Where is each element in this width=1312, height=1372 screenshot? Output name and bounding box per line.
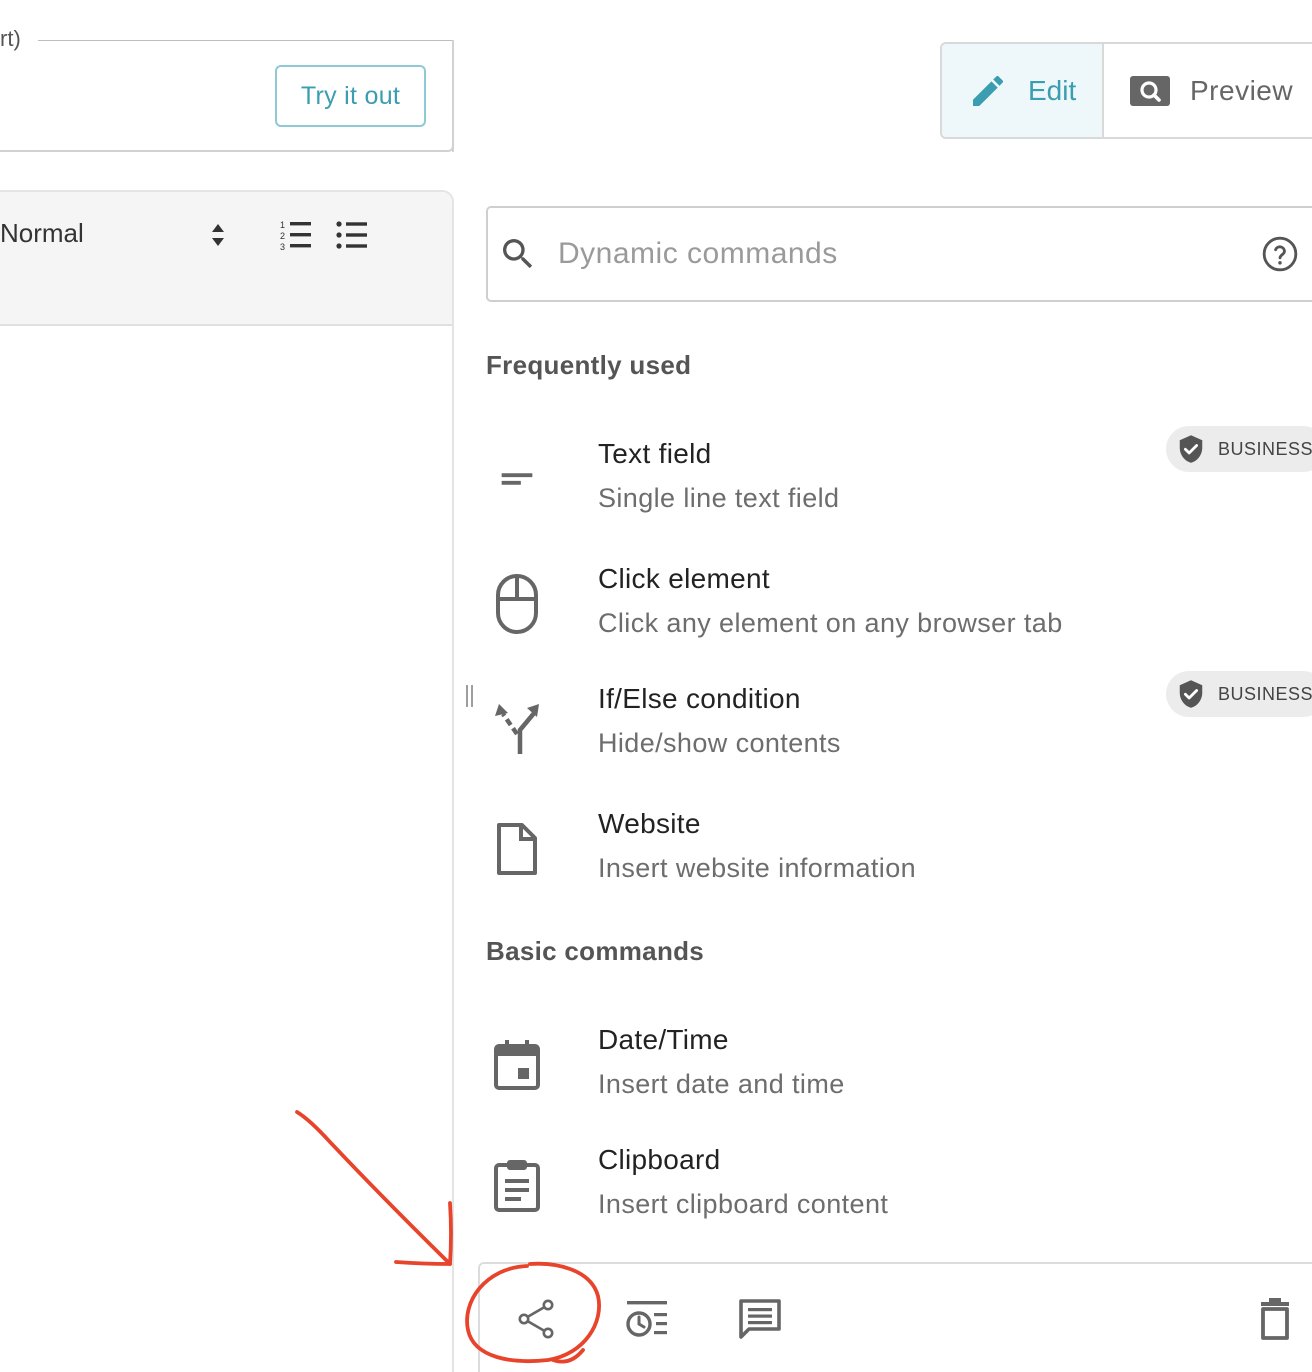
edit-label: Edit xyxy=(1028,74,1077,106)
comment-button[interactable] xyxy=(737,1296,783,1342)
format-select[interactable]: Normal xyxy=(0,218,84,249)
try-it-out-button[interactable]: Try it out xyxy=(275,65,426,127)
command-title: Clipboard xyxy=(598,1144,721,1175)
history-button[interactable] xyxy=(624,1296,670,1342)
shield-check-icon xyxy=(1179,435,1203,463)
share-button[interactable] xyxy=(514,1296,560,1342)
command-title: Date/Time xyxy=(598,1024,729,1055)
help-icon[interactable] xyxy=(1261,235,1299,273)
command-title: Website xyxy=(598,808,701,839)
command-title: If/Else condition xyxy=(598,683,801,714)
preview-mode-button[interactable]: Preview xyxy=(1104,44,1312,137)
file-icon xyxy=(486,818,548,880)
command-description: Single line text field xyxy=(598,483,840,513)
select-arrows-icon[interactable] xyxy=(210,222,226,248)
command-description: Insert date and time xyxy=(598,1069,845,1099)
business-badge: BUSINESS xyxy=(1166,426,1312,472)
calendar-icon xyxy=(486,1034,548,1096)
command-description: Insert website information xyxy=(598,853,917,883)
basic-commands-heading: Basic commands xyxy=(486,936,705,966)
command-title: Text field xyxy=(598,438,712,469)
command-description: Hide/show contents xyxy=(598,728,841,758)
command-description: Click any element on any browser tab xyxy=(598,608,1063,638)
editor-toolbar xyxy=(0,192,452,326)
svg-text:2: 2 xyxy=(280,231,285,241)
fork-icon xyxy=(486,693,548,755)
svg-text:3: 3 xyxy=(280,242,285,251)
mouse-icon xyxy=(486,573,548,635)
badge-label: BUSINESS xyxy=(1218,438,1312,459)
command-text-field[interactable]: Text field Single line text field BUSINE… xyxy=(486,426,1312,538)
command-title: Click element xyxy=(598,563,770,594)
svg-text:1: 1 xyxy=(280,220,285,230)
clipboard-icon xyxy=(486,1154,548,1216)
bullet-list-icon[interactable] xyxy=(335,219,369,251)
frequently-used-heading: Frequently used xyxy=(486,350,692,380)
editor-panel xyxy=(0,190,454,1372)
history-icon xyxy=(626,1301,667,1337)
command-click-element[interactable]: Click element Click any element on any b… xyxy=(486,563,1312,663)
command-date-time[interactable]: Date/Time Insert date and time xyxy=(486,1024,1312,1124)
resize-handle-icon[interactable] xyxy=(465,685,475,707)
search-icon xyxy=(503,239,533,269)
pencil-icon xyxy=(973,75,1004,106)
bottom-toolbar xyxy=(478,1262,1312,1372)
ordered-list-icon[interactable]: 1 2 3 xyxy=(279,219,313,251)
fieldset-legend: rt) xyxy=(0,26,27,52)
short-text-icon xyxy=(486,448,548,510)
command-clipboard[interactable]: Clipboard Insert clipboard content xyxy=(486,1144,1312,1244)
command-if-else-condition[interactable]: If/Else condition Hide/show contents BUS… xyxy=(486,671,1312,783)
badge-label: BUSINESS xyxy=(1218,683,1312,704)
preview-search-icon xyxy=(1130,75,1170,106)
comment-icon xyxy=(739,1299,781,1339)
command-description: Insert clipboard content xyxy=(598,1189,889,1219)
preview-label: Preview xyxy=(1190,74,1294,106)
share-icon xyxy=(518,1299,554,1339)
edit-mode-button[interactable]: Edit xyxy=(942,44,1104,137)
business-badge: BUSINESS xyxy=(1166,671,1312,717)
delete-button[interactable] xyxy=(1252,1296,1298,1342)
shield-check-icon xyxy=(1179,680,1203,708)
dynamic-commands-search-input[interactable] xyxy=(558,228,1238,280)
command-website[interactable]: Website Insert website information xyxy=(486,808,1312,908)
fieldset-edge xyxy=(452,40,454,152)
mode-toggle: Edit Preview xyxy=(940,42,1312,139)
delete-icon xyxy=(1261,1298,1289,1340)
